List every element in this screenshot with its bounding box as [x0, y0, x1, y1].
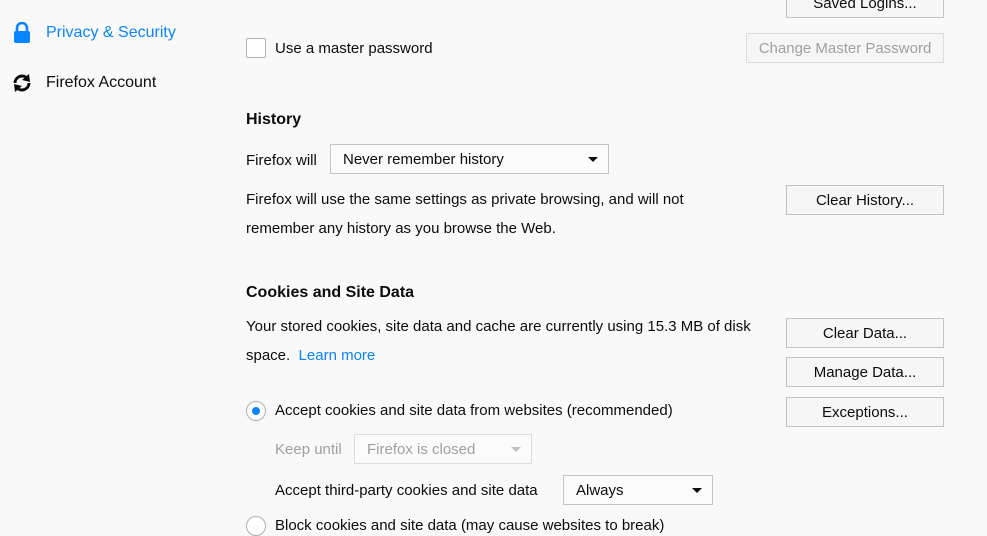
keep-until-label: Keep until [275, 441, 342, 458]
clear-data-button[interactable]: Clear Data... [786, 318, 944, 348]
keep-until-select[interactable]: Firefox is closed [354, 434, 532, 464]
keep-until-value: Firefox is closed [367, 440, 476, 458]
exceptions-button[interactable]: Exceptions... [786, 397, 944, 427]
third-party-label: Accept third-party cookies and site data [275, 482, 538, 499]
firefox-will-label: Firefox will [246, 152, 317, 169]
sidebar-item-label: Firefox Account [46, 74, 157, 91]
sidebar-item-label: Privacy & Security [46, 24, 176, 41]
manage-data-button[interactable]: Manage Data... [786, 357, 944, 387]
master-password-label: Use a master password [275, 40, 433, 57]
accept-cookies-label: Accept cookies and site data from websit… [275, 402, 673, 419]
lock-icon [10, 21, 34, 45]
sidebar-item-firefox-account[interactable]: Firefox Account [10, 71, 156, 95]
history-mode-select[interactable]: Never remember history [330, 144, 609, 174]
saved-logins-button[interactable]: Saved Logins... [786, 0, 944, 18]
accept-cookies-radio[interactable] [246, 401, 266, 421]
third-party-select[interactable]: Always [563, 475, 713, 505]
chevron-down-icon [692, 488, 702, 493]
block-cookies-radio[interactable] [246, 516, 266, 536]
cookies-usage-line2: space. Learn more [246, 347, 376, 364]
history-heading: History [246, 111, 302, 128]
history-description-line1: Firefox will use the same settings as pr… [246, 191, 684, 208]
learn-more-link[interactable]: Learn more [299, 347, 376, 364]
chevron-down-icon [588, 157, 598, 162]
sync-icon [10, 71, 34, 95]
master-password-checkbox[interactable] [246, 38, 266, 58]
clear-history-button[interactable]: Clear History... [786, 185, 944, 215]
cookies-usage-line1: Your stored cookies, site data and cache… [246, 318, 751, 335]
block-cookies-label: Block cookies and site data (may cause w… [275, 517, 665, 534]
history-description-line2: remember any history as you browse the W… [246, 220, 556, 237]
chevron-down-icon [511, 447, 521, 452]
history-mode-value: Never remember history [343, 150, 504, 168]
cookies-heading: Cookies and Site Data [246, 284, 415, 301]
third-party-value: Always [576, 481, 624, 499]
change-master-password-button[interactable]: Change Master Password [746, 33, 944, 63]
sidebar-item-privacy-security[interactable]: Privacy & Security [10, 21, 176, 45]
